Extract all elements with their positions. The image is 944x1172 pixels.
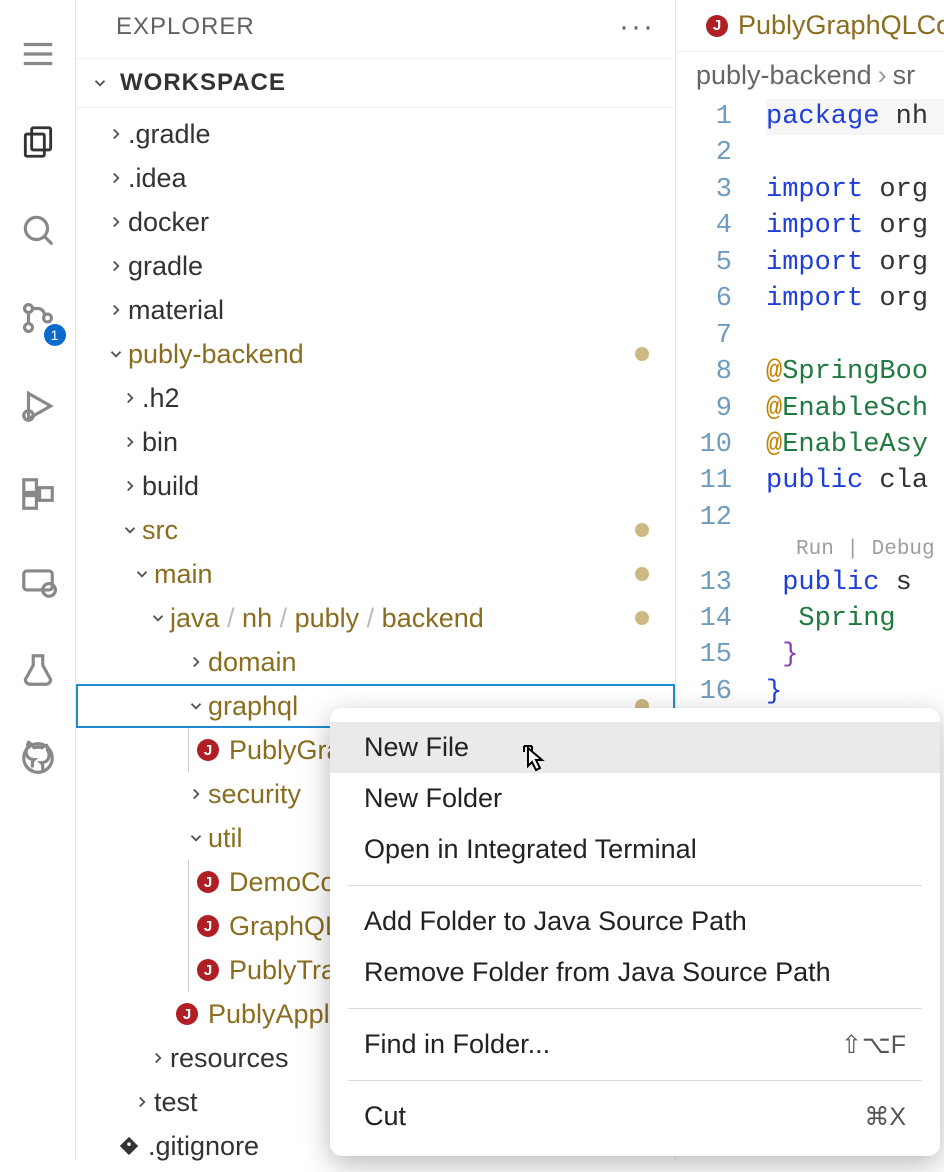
- scm-badge: 1: [44, 324, 66, 346]
- chevron-down-icon: [104, 345, 128, 363]
- tree-item-material[interactable]: material: [76, 288, 675, 332]
- tree-item-src[interactable]: src: [76, 508, 675, 552]
- more-icon[interactable]: ···: [619, 10, 655, 44]
- chevron-right-icon: [104, 301, 128, 319]
- sidebar-title: EXPLORER: [116, 13, 255, 41]
- java-file-icon: J: [706, 15, 728, 37]
- tree-item-h2[interactable]: .h2: [76, 376, 675, 420]
- chevron-right-icon: [146, 1049, 170, 1067]
- java-file-icon: J: [197, 915, 219, 937]
- java-file-icon: J: [197, 871, 219, 893]
- separator: [348, 1008, 922, 1009]
- chevron-down-icon: [184, 829, 208, 847]
- chevron-right-icon: [104, 213, 128, 231]
- code-area[interactable]: 1package nh 2 3import org 4import org 5i…: [676, 99, 944, 710]
- tree-item-publy-backend[interactable]: publy-backend: [76, 332, 675, 376]
- tree-item-java-path[interactable]: java / nh / publy / backend: [76, 596, 675, 640]
- ctx-add-java-path[interactable]: Add Folder to Java Source Path: [330, 896, 940, 947]
- chevron-right-icon: [118, 389, 142, 407]
- source-control-icon[interactable]: 1: [14, 294, 62, 342]
- breadcrumb[interactable]: publy-backend›sr: [676, 52, 944, 99]
- tree-item-domain[interactable]: domain: [76, 640, 675, 684]
- ctx-cut[interactable]: Cut⌘X: [330, 1091, 940, 1142]
- modified-dot-icon: [635, 347, 649, 361]
- tree-item-gradle[interactable]: .gradle: [76, 112, 675, 156]
- chevron-right-icon: [118, 433, 142, 451]
- separator: [348, 1080, 922, 1081]
- github-icon[interactable]: [14, 734, 62, 782]
- workspace-section[interactable]: WORKSPACE: [76, 58, 675, 108]
- search-icon[interactable]: [14, 206, 62, 254]
- java-file-icon: J: [176, 1003, 198, 1025]
- chevron-down-icon: [146, 609, 170, 627]
- remote-icon[interactable]: [14, 558, 62, 606]
- tree-item-idea[interactable]: .idea: [76, 156, 675, 200]
- explorer-icon[interactable]: [14, 118, 62, 166]
- tree-item-build[interactable]: build: [76, 464, 675, 508]
- ctx-open-terminal[interactable]: Open in Integrated Terminal: [330, 824, 940, 875]
- separator: [348, 885, 922, 886]
- chevron-down-icon: [88, 74, 112, 92]
- activity-bar: 1: [0, 0, 76, 1160]
- context-menu: New File New Folder Open in Integrated T…: [330, 708, 940, 1156]
- ctx-new-file[interactable]: New File: [330, 722, 940, 773]
- chevron-right-icon: [184, 785, 208, 803]
- chevron-down-icon: [184, 697, 208, 715]
- modified-dot-icon: [635, 523, 649, 537]
- chevron-down-icon: [118, 521, 142, 539]
- tree-item-docker[interactable]: docker: [76, 200, 675, 244]
- chevron-right-icon: [118, 477, 142, 495]
- chevron-right-icon: [104, 169, 128, 187]
- testing-icon[interactable]: [14, 646, 62, 694]
- chevron-right-icon: [130, 1093, 154, 1111]
- menu-icon[interactable]: [14, 30, 62, 78]
- editor-tab[interactable]: J PublyGraphQLCo: [694, 10, 944, 41]
- chevron-right-icon: [104, 125, 128, 143]
- ctx-new-folder[interactable]: New Folder: [330, 773, 940, 824]
- git-file-icon: [118, 1135, 140, 1157]
- java-file-icon: J: [197, 959, 219, 981]
- tree-item-gradlefolder[interactable]: gradle: [76, 244, 675, 288]
- chevron-right-icon: [184, 653, 208, 671]
- ctx-find-in-folder[interactable]: Find in Folder...⇧⌥F: [330, 1019, 940, 1070]
- run-debug-icon[interactable]: [14, 382, 62, 430]
- section-label: WORKSPACE: [120, 69, 286, 97]
- ctx-remove-java-path[interactable]: Remove Folder from Java Source Path: [330, 947, 940, 998]
- chevron-right-icon: [104, 257, 128, 275]
- java-file-icon: J: [197, 739, 219, 761]
- tree-item-bin[interactable]: bin: [76, 420, 675, 464]
- extensions-icon[interactable]: [14, 470, 62, 518]
- modified-dot-icon: [635, 567, 649, 581]
- code-lens[interactable]: Run | Debug: [766, 536, 944, 564]
- tree-item-main[interactable]: main: [76, 552, 675, 596]
- chevron-down-icon: [130, 565, 154, 583]
- modified-dot-icon: [635, 611, 649, 625]
- tab-label: PublyGraphQLCo: [738, 10, 944, 41]
